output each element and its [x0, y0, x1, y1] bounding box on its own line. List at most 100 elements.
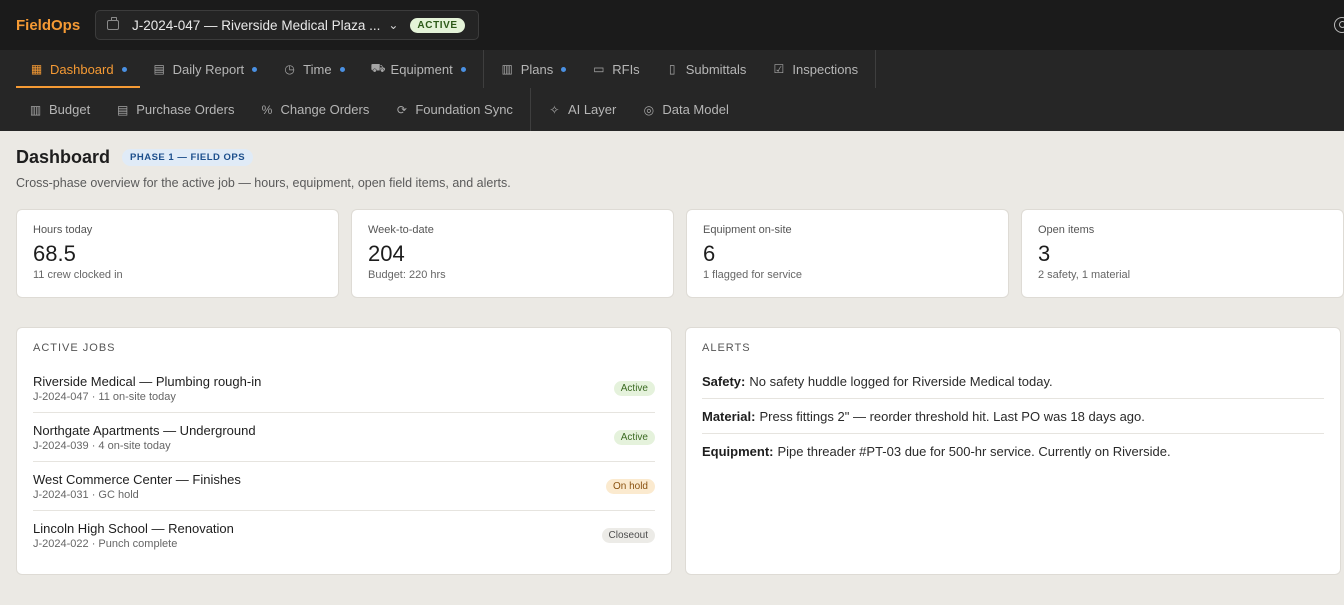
nav-item-daily-report[interactable]: ▤ Daily Report [140, 50, 271, 88]
receipt-icon: ▤ [117, 102, 129, 117]
job-status-badge: On hold [605, 478, 655, 494]
active-jobs-panel: ACTIVE JOBS Riverside Medical — Plumbing… [16, 327, 672, 575]
job-name: Lincoln High School — Renovation [33, 521, 234, 536]
nav-item-label: Daily Report [172, 61, 245, 77]
main-content: Dashboard PHASE 1 — FIELD OPS Cross-phas… [0, 131, 1344, 575]
job-meta: J-2024-039 · 4 on-site today [33, 439, 171, 452]
job-name: Riverside Medical — Plumbing rough-in [33, 373, 262, 389]
job-info: Northgate Apartments — Underground J-2024… [33, 423, 256, 452]
nav-separator [529, 88, 531, 131]
dashboard-icon: ▦ [30, 62, 43, 76]
nav-separator [875, 50, 877, 88]
stats-row: Hours today 68.5 11 crew clocked in Week… [16, 209, 1344, 298]
notification-dot [121, 66, 127, 72]
notification-dot [561, 66, 567, 72]
job-status-badge: Active [613, 380, 655, 396]
clock-icon: ◷ [284, 62, 295, 76]
alert-text: Press fittings 2" — reorder threshold hi… [759, 408, 1145, 424]
user-icon[interactable] [1334, 17, 1344, 33]
nav-item-label: Plans [520, 61, 554, 77]
primary-nav: ▦ Dashboard ▤ Daily Report ◷ Time ⛟ Equipment ▥ P… [0, 50, 1344, 88]
stat-card-week-to-date: Week-to-date 204 Budget: 220 hrs [351, 209, 674, 298]
job-info: West Commerce Center — Finishes J-2024-03… [33, 472, 241, 501]
nav-item-label: Equipment [390, 61, 453, 77]
stat-label: Open items [1038, 224, 1095, 236]
nav-item-change-orders[interactable]: % Change Orders [247, 88, 382, 131]
nav-item-budget[interactable]: ▥ Budget [0, 88, 103, 131]
nav-item-plans[interactable]: ▥ Plans [488, 50, 580, 88]
nav-item-inspections[interactable]: ☑ Inspections [759, 50, 871, 88]
job-name: Northgate Apartments — Underground [33, 422, 256, 438]
clipboard-icon: ▤ [153, 62, 165, 76]
alert-row[interactable]: Equipment: Pipe threader #PT-03 due for 5… [702, 434, 1324, 469]
stat-value: 6 [703, 241, 716, 266]
chevron-down-icon: ⌄ [388, 18, 399, 32]
nav-item-data-model[interactable]: ◎ Data Model [629, 88, 741, 131]
stat-value: 204 [368, 241, 405, 266]
notification-dot [252, 66, 258, 72]
nav-item-label: Inspections [792, 61, 859, 77]
alert-text: Pipe threader #PT-03 due for 500-hr serv… [777, 444, 1171, 459]
nav-item-ai-layer[interactable]: ✧ AI Layer [535, 88, 629, 131]
stat-label: Hours today [33, 224, 93, 236]
stat-sub: 11 crew clocked in [33, 269, 123, 281]
nav-item-label: Foundation Sync [415, 102, 513, 117]
alert-label: Material: [702, 408, 756, 424]
job-status-badge: Closeout [601, 528, 655, 543]
nav-item-dashboard[interactable]: ▦ Dashboard [0, 50, 140, 88]
secondary-nav: ▥ Budget ▤ Purchase Orders% Change Orders ⟳ Fo… [0, 88, 1344, 131]
message-icon: ▭ [593, 62, 605, 76]
stat-sub: 2 safety, 1 material [1038, 269, 1131, 281]
stat-value: 68.5 [33, 241, 76, 266]
nav-item-time[interactable]: ◷ Time [270, 50, 357, 88]
job-status-badge: Active [613, 429, 655, 445]
job-row[interactable]: Northgate Apartments — Underground J-2024… [33, 413, 655, 462]
page-subtitle: Cross-phase overview for the active job … [16, 176, 511, 190]
nav-item-submittals[interactable]: ▯ Submittals [653, 50, 760, 88]
job-selector[interactable]: J-2024-047 — Riverside Medical Plaza ...… [95, 10, 479, 40]
nav-item-purchase-orders[interactable]: ▤ Purchase Orders [103, 88, 247, 131]
nav-item-label: Time [303, 61, 332, 77]
nav-item-label: Budget [49, 102, 91, 117]
alerts-list: Safety: No safety huddle logged for River… [702, 364, 1324, 469]
bar-chart-icon: ▥ [29, 102, 42, 117]
alert-row[interactable]: Safety: No safety huddle logged for River… [702, 364, 1324, 399]
nav-item-label: AI Layer [567, 102, 617, 117]
job-row[interactable]: Lincoln High School — Renovation J-2024-0… [33, 511, 655, 560]
truck-icon: ⛟ [370, 61, 386, 75]
app-logo[interactable]: FieldOps [16, 17, 95, 34]
notification-dot [339, 66, 345, 72]
job-row[interactable]: Riverside Medical — Plumbing rough-in J-2… [33, 364, 655, 413]
job-name: West Commerce Center — Finishes [33, 471, 241, 487]
refresh-icon: ⟳ [396, 102, 407, 117]
job-meta: J-2024-031 · GC hold [33, 488, 139, 501]
job-info: Riverside Medical — Plumbing rough-in J-2… [33, 374, 261, 403]
stat-label: Equipment on-site [703, 224, 792, 236]
alert-label: Equipment: [702, 444, 774, 459]
stat-value: 3 [1038, 241, 1051, 266]
notification-dot [460, 66, 466, 72]
alerts-title: ALERTS [702, 342, 751, 354]
nav-item-label: Submittals [685, 61, 747, 77]
nav-item-label: Dashboard [50, 61, 114, 77]
nav-item-label: Change Orders [280, 102, 370, 117]
page-title: Dashboard [16, 147, 111, 167]
alert-text: No safety huddle logged for Riverside Me… [749, 373, 1053, 389]
stat-sub: Budget: 220 hrs [368, 269, 446, 281]
job-row[interactable]: West Commerce Center — Finishes J-2024-03… [33, 462, 655, 511]
database-icon: ◎ [643, 102, 655, 117]
nav-item-rfis[interactable]: ▭ RFIs [579, 50, 652, 88]
active-jobs-list: Riverside Medical — Plumbing rough-in J-2… [33, 364, 655, 560]
nav-separator [482, 50, 484, 88]
top-bar: FieldOps J-2024-047 — Riverside Medical … [0, 0, 1344, 50]
map-icon: ▥ [501, 62, 513, 76]
nav-item-foundation-sync[interactable]: ⟳ Foundation Sync [382, 88, 526, 131]
nav-item-equipment[interactable]: ⛟ Equipment [358, 50, 479, 88]
phase-badge: PHASE 1 — FIELD OPS [122, 149, 254, 166]
briefcase-icon [107, 17, 119, 30]
document-icon: ▯ [668, 62, 676, 76]
alert-row[interactable]: Material: Press fittings 2" — reorder thr… [702, 399, 1324, 434]
alerts-panel: ALERTS Safety: No safety huddle logged fo… [685, 327, 1341, 575]
job-status-badge: ACTIVE [410, 17, 465, 33]
alert-label: Safety: [702, 373, 746, 389]
